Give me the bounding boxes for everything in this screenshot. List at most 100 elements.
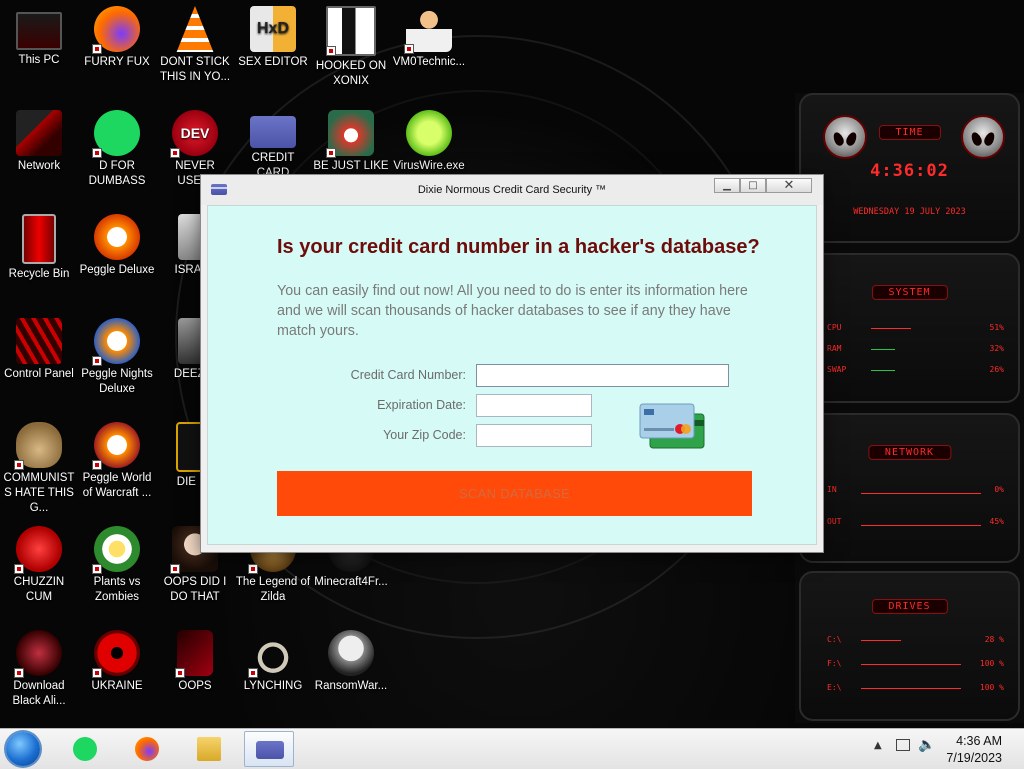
desktop-icon-hooked-on-xonix[interactable]: HOOKED ON XONIX xyxy=(312,0,390,89)
desktop-icon-peggle-wow[interactable]: Peggle World of Warcraft ... xyxy=(78,416,156,501)
taskbar-app-credit-card[interactable] xyxy=(244,731,294,767)
desktop-icon-label: VM0Technic... xyxy=(392,56,466,68)
desktop-icon-recycle-bin[interactable]: Recycle Bin xyxy=(0,208,78,282)
speaker-icon[interactable]: 🔈 xyxy=(918,737,935,753)
recycle-bin-icon xyxy=(22,214,56,264)
zip-code-label: Your Zip Code: xyxy=(383,428,466,442)
desktop-icon-label: RansomWar... xyxy=(314,680,388,692)
expiration-date-input[interactable] xyxy=(476,394,592,417)
flower-icon xyxy=(92,526,140,574)
desktop-icon-dont-stick[interactable]: DONT STICK THIS IN YO... xyxy=(156,0,234,85)
desktop-icon-chuzzin[interactable]: CHUZZIN CUM xyxy=(0,520,78,605)
start-button[interactable] xyxy=(6,732,40,766)
desktop-icon-label: Network xyxy=(17,160,61,172)
taskbar-app-file-explorer[interactable] xyxy=(184,731,234,767)
spotify-like-icon xyxy=(92,110,140,158)
close-button[interactable]: ✕ xyxy=(766,178,812,193)
desktop-icon-label: FURRY FUX xyxy=(84,56,150,68)
credit-card-icon xyxy=(250,116,296,148)
alien-head-icon xyxy=(823,115,867,159)
chevron-up-icon[interactable]: ▲ xyxy=(874,740,882,751)
taskbar-app-d-for-dumbass[interactable] xyxy=(60,731,110,767)
desktop-icon-communists[interactable]: COMMUNISTS HATE THIS G... xyxy=(0,416,78,516)
desktop-icon-label: This PC xyxy=(18,54,60,66)
desktop-icon-label: HOOKED ON XONIX xyxy=(315,60,387,87)
hex-editor-icon: HxD xyxy=(250,6,296,52)
scan-database-button[interactable]: SCAN DATABASE xyxy=(277,471,752,516)
oops-icon xyxy=(175,630,213,678)
computer-icon xyxy=(16,12,62,50)
window-content: Is your credit card number in a hacker's… xyxy=(207,205,817,545)
network-out-graph xyxy=(861,525,981,526)
desktop-icon-label: D FOR DUMBASS xyxy=(88,160,146,187)
desktop-icon-this-pc[interactable]: This PC xyxy=(0,0,78,68)
desktop-icon-label: COMMUNISTS HATE THIS G... xyxy=(3,472,75,514)
taskbar: ▲ 🔈 4:36 AM 7/19/2023 xyxy=(0,728,1024,769)
desktop-icon-furry-fux[interactable]: FURRY FUX xyxy=(78,0,156,70)
swap-bar xyxy=(871,370,895,371)
credit-card-number-label: Credit Card Number: xyxy=(350,368,466,382)
minimize-button[interactable]: ▁ xyxy=(714,178,740,193)
desktop-icon-ransomware[interactable]: RansomWar... xyxy=(312,624,390,694)
spotify-like-icon xyxy=(73,737,97,761)
window-titlebar[interactable]: Dixie Normous Credit Card Security ™ ▁ □… xyxy=(201,175,823,205)
desktop-icon-sex-editor[interactable]: HxD SEX EDITOR xyxy=(234,0,312,70)
credit-card-number-input[interactable] xyxy=(476,364,729,387)
taskbar-app-firefox[interactable] xyxy=(122,731,172,767)
time-panel: TIME 4:36:02 WEDNESDAY 19 JULY 2023 xyxy=(799,93,1020,243)
page-title: Is your credit card number in a hacker's… xyxy=(277,236,760,258)
desktop-icon-label: Plants vs Zombies xyxy=(93,576,141,603)
alien-icon xyxy=(14,630,62,678)
peggle-nights-icon xyxy=(92,318,140,366)
drive-c-bar xyxy=(861,640,901,641)
drive-f-bar xyxy=(861,664,961,665)
desktop-icon-label: CHUZZIN CUM xyxy=(13,576,65,603)
credit-card-security-window: Dixie Normous Credit Card Security ™ ▁ □… xyxy=(201,175,823,552)
desktop-icon-plants-vs-zombies[interactable]: Plants vs Zombies xyxy=(78,520,156,605)
ram-bar xyxy=(871,349,895,350)
skull-icon xyxy=(328,630,374,676)
dev-icon: DEV xyxy=(170,110,218,158)
desktop-icon-download-black-alien[interactable]: Download Black Ali... xyxy=(0,624,78,709)
desktop-icon-label: Peggle Deluxe xyxy=(79,264,155,276)
desktop-icon-peggle-nights[interactable]: Peggle Nights Deluxe xyxy=(78,312,156,397)
system-monitor-gadget: TIME 4:36:02 WEDNESDAY 19 JULY 2023 SYST… xyxy=(795,93,1024,723)
zip-code-input[interactable] xyxy=(476,424,592,447)
taskbar-clock-date[interactable]: 7/19/2023 xyxy=(946,751,1002,765)
vlc-cone-icon xyxy=(176,6,214,52)
desktop: This PC Network Recycle Bin Control Pane… xyxy=(0,0,1024,728)
firefox-icon xyxy=(92,6,140,54)
desktop-icon-be-just-like[interactable]: BE JUST LIKE xyxy=(312,104,390,174)
drive-e-bar xyxy=(861,688,961,689)
network-icon xyxy=(16,110,62,156)
desktop-icon-peggle-deluxe[interactable]: Peggle Deluxe xyxy=(78,208,156,278)
desktop-icon-oops[interactable]: OOPS xyxy=(156,624,234,694)
desktop-icon-lynching[interactable]: LYNCHING xyxy=(234,624,312,694)
expiration-date-label: Expiration Date: xyxy=(377,398,466,412)
desktop-icon-vm0technic[interactable]: VM0Technic... xyxy=(390,0,468,70)
desktop-icon-viruswire[interactable]: VirusWire.exe xyxy=(390,104,468,174)
desktop-icon-label: Download Black Ali... xyxy=(12,680,66,707)
network-heading: NETWORK xyxy=(867,445,952,460)
desktop-icon-label: Minecraft4Fr... xyxy=(314,576,388,588)
firefox-icon xyxy=(135,737,159,761)
credit-card-icon xyxy=(256,741,284,759)
desktop-icon-d-for-dumbass[interactable]: D FOR DUMBASS xyxy=(78,104,156,189)
desktop-icon-credit-card[interactable]: CREDIT CARD xyxy=(234,104,312,181)
maximize-button[interactable]: □ xyxy=(740,178,766,193)
drives-heading: DRIVES xyxy=(871,599,948,614)
doctor-icon xyxy=(404,6,452,54)
desktop-icon-network[interactable]: Network xyxy=(0,104,78,174)
drive-c-row: C:\ 28 % xyxy=(827,635,1004,644)
desktop-icon-label: Peggle World of Warcraft ... xyxy=(82,472,152,499)
network-icon[interactable] xyxy=(896,739,910,751)
desktop-icon-ukraine[interactable]: UKRAINE xyxy=(78,624,156,694)
network-panel: NETWORK IN 0% OUT 45% xyxy=(799,413,1020,563)
desktop-icon-label: OOPS DID I DO THAT xyxy=(163,576,227,603)
system-heading: SYSTEM xyxy=(871,285,948,300)
desktop-icon-label: VirusWire.exe xyxy=(393,160,465,172)
taskbar-clock-time[interactable]: 4:36 AM xyxy=(956,734,1002,748)
cpu-bar xyxy=(871,328,911,329)
desktop-icon-control-panel[interactable]: Control Panel xyxy=(0,312,78,382)
system-tray: ▲ 🔈 4:36 AM 7/19/2023 xyxy=(864,729,1024,769)
